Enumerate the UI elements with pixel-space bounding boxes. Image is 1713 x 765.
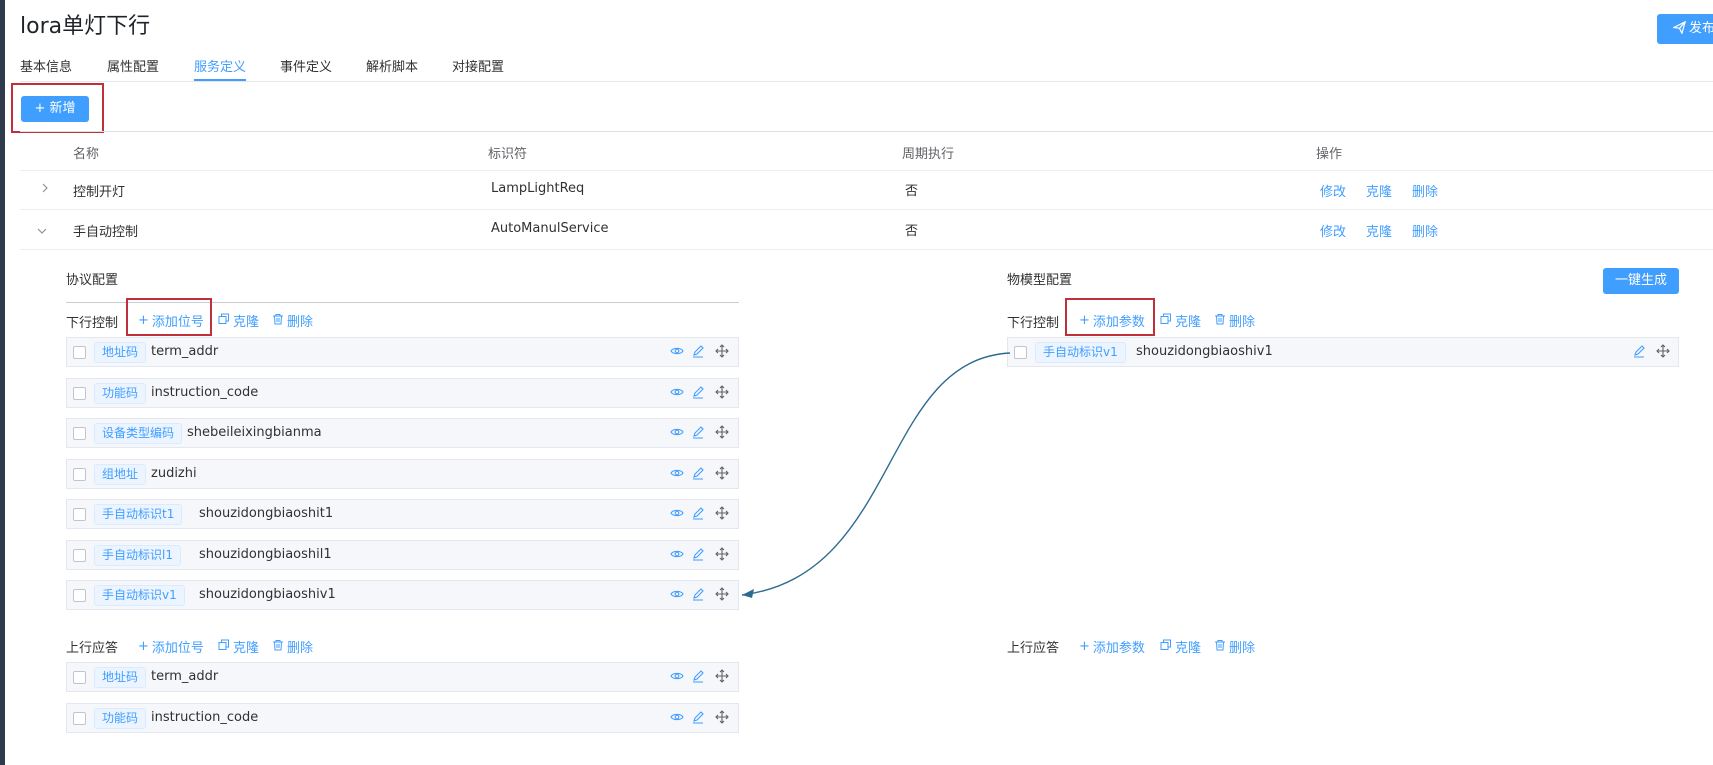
- mapping-connector: [741, 352, 1011, 598]
